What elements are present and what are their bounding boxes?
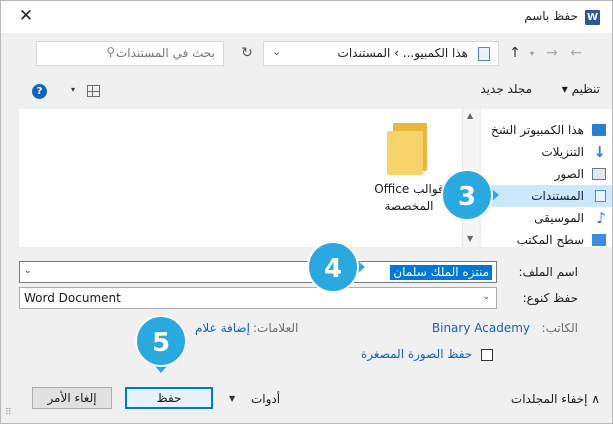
author-value[interactable]: Binary Academy	[432, 321, 530, 335]
search-icon: ⚲	[106, 45, 115, 59]
download-icon: ↓	[593, 143, 606, 161]
sidebar-item-label: المستندات	[531, 189, 584, 203]
resize-grip-icon[interactable]: ⠿	[5, 408, 12, 418]
navigation-pane: هذا الكمبيوتر الشخ ↓ التنزيلات الصور الم…	[481, 109, 612, 247]
save-button[interactable]: حفظ	[125, 387, 213, 409]
step-badge-3: 3	[441, 169, 493, 221]
sidebar-item-label: الصور	[554, 167, 584, 181]
sidebar-item-label: الموسيقى	[534, 211, 584, 225]
sidebar-item-music[interactable]: ♪ الموسيقى	[481, 207, 612, 229]
sidebar-item-label: سطح المكتب	[516, 233, 584, 247]
documents-icon	[595, 190, 606, 202]
folder-icon[interactable]	[387, 123, 431, 175]
sidebar-item-pictures[interactable]: الصور	[481, 163, 612, 185]
help-icon[interactable]: ?	[32, 84, 47, 99]
close-button[interactable]: ✕	[15, 5, 37, 27]
save-thumbnail-label[interactable]: حفظ الصورة المصغرة	[361, 347, 472, 361]
filetype-select[interactable]: Word Document ⌄	[19, 287, 497, 309]
pictures-icon	[592, 168, 606, 180]
cancel-button[interactable]: إلغاء الأمر	[32, 387, 112, 409]
breadcrumb[interactable]: هذا الكمبيو... › المستندات	[338, 46, 468, 60]
sidebar-item-label: التنزيلات	[541, 145, 584, 159]
sidebar-item-this-pc[interactable]: هذا الكمبيوتر الشخ	[481, 119, 612, 141]
step-badge-4: 4	[307, 241, 359, 293]
tags-label: العلامات:	[253, 321, 299, 335]
scroll-up-icon[interactable]: ▲	[467, 111, 473, 120]
tools-dropdown-icon[interactable]: ▼	[229, 394, 235, 403]
desktop-icon	[592, 234, 606, 246]
up-arrow-icon[interactable]: ↑	[506, 41, 524, 66]
word-app-icon: W	[585, 10, 600, 25]
new-folder-button[interactable]: مجلد جديد	[480, 82, 532, 96]
command-bar: تنظيم ▾ مجلد جديد ? ▾	[1, 77, 612, 105]
sidebar-item-desktop[interactable]: سطح المكتب	[481, 229, 612, 251]
view-dropdown-icon[interactable]: ▾	[71, 85, 75, 94]
view-options-icon[interactable]	[87, 85, 100, 97]
filename-label: اسم الملف:	[518, 265, 578, 279]
back-arrow-icon[interactable]: ←	[566, 41, 586, 66]
title-bar: ✕ W حفظ باسم	[1, 1, 612, 33]
filename-value[interactable]: منتزه الملك سلمان	[390, 265, 492, 280]
music-icon: ♪	[596, 209, 606, 227]
forward-arrow-icon[interactable]: →	[542, 41, 562, 66]
author-label: الكاتب:	[541, 321, 578, 335]
recent-locations-icon[interactable]: ▾	[524, 41, 540, 66]
address-bar[interactable]: ⌄ هذا الكمبيو... › المستندات	[263, 41, 499, 66]
organize-button[interactable]: تنظيم ▾	[562, 82, 600, 96]
tags-input[interactable]: إضافة علام	[195, 321, 250, 335]
hide-folders-button[interactable]: ∧ إخفاء المجلدات	[511, 392, 600, 406]
search-input[interactable]: بحث في المستندات ⚲	[36, 41, 224, 66]
refresh-icon[interactable]: ↻	[235, 41, 259, 66]
window-title: حفظ باسم	[524, 9, 578, 23]
filetype-value: Word Document	[24, 291, 121, 305]
save-as-dialog: ✕ W حفظ باسم بحث في المستندات ⚲ ↻ ⌄ هذا …	[0, 0, 613, 424]
documents-folder-icon	[478, 47, 490, 61]
sidebar-item-documents[interactable]: المستندات	[481, 185, 612, 207]
file-list[interactable]: Office قوالب المخصصة	[19, 109, 479, 247]
scroll-down-icon[interactable]: ▼	[467, 234, 473, 243]
sidebar-item-downloads[interactable]: ↓ التنزيلات	[481, 141, 612, 163]
chevron-down-icon[interactable]: ⌄	[482, 292, 490, 302]
filename-field[interactable]: ⌄ منتزه الملك سلمان	[19, 261, 497, 283]
step-badge-5: 5	[135, 315, 187, 367]
sidebar-item-label: هذا الكمبيوتر الشخ	[491, 123, 584, 137]
tools-menu[interactable]: أدوات	[251, 392, 280, 406]
save-thumbnail-checkbox[interactable]	[481, 349, 493, 361]
filetype-label: حفظ كنوع:	[522, 291, 578, 305]
chevron-down-icon[interactable]: ⌄	[272, 45, 281, 58]
chevron-down-icon[interactable]: ⌄	[24, 266, 32, 276]
search-placeholder: بحث في المستندات	[115, 46, 215, 60]
computer-icon	[592, 124, 606, 136]
